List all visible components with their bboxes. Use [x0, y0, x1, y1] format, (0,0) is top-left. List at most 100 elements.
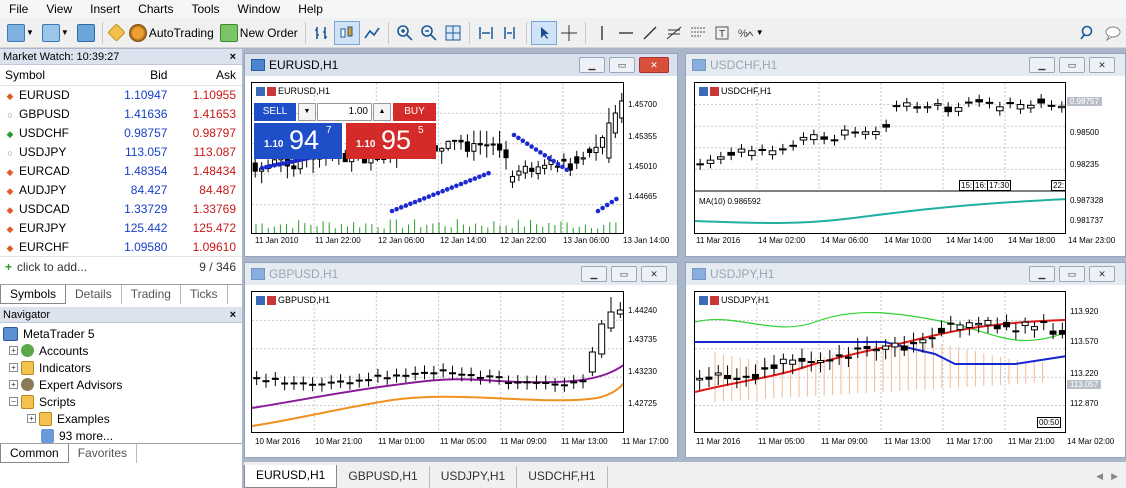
column-header-bid[interactable]: Bid: [104, 65, 174, 86]
tab-common[interactable]: Common: [0, 444, 69, 463]
autoscroll-button[interactable]: [498, 21, 522, 45]
close-button[interactable]: ✕: [639, 57, 669, 73]
column-header-symbol[interactable]: Symbol: [0, 65, 105, 86]
tab-chart-usdchf[interactable]: USDCHF,H1: [517, 466, 608, 488]
vertical-line-button[interactable]: [590, 21, 614, 45]
search-button[interactable]: [1076, 21, 1100, 45]
strategy-tester-button[interactable]: [107, 21, 126, 45]
maximize-button[interactable]: ▭: [1059, 57, 1085, 73]
close-icon[interactable]: ×: [230, 49, 236, 65]
chart-plot-area[interactable]: EURUSD,H1 SELL ▼ 1.00 ▲ BUY 1.10 94 7 1.…: [251, 82, 624, 234]
buy-button-small[interactable]: BUY: [393, 103, 436, 121]
cursor-button[interactable]: [530, 20, 557, 45]
candlestick-button[interactable]: [333, 20, 360, 45]
chat-button[interactable]: [1100, 21, 1126, 45]
nav-item-metatrader[interactable]: MetaTrader 5: [3, 325, 242, 342]
maximize-button[interactable]: ▭: [609, 57, 635, 73]
nav-item-examples[interactable]: + Examples: [3, 410, 242, 427]
indicators-menu-button[interactable]: % ▼: [734, 21, 769, 45]
zoom-in-button[interactable]: [393, 21, 417, 45]
chart-plot-area[interactable]: USDCHF,H1 MA(10) 0.986592 15: 16: 17:30 …: [694, 82, 1066, 234]
chart-shift-button[interactable]: [474, 21, 498, 45]
maximize-button[interactable]: ▭: [1059, 266, 1085, 282]
minimize-button[interactable]: ▁: [1029, 266, 1055, 282]
autotrading-button[interactable]: AutoTrading: [126, 21, 217, 45]
zoom-out-button[interactable]: [417, 21, 441, 45]
nav-item-expert-advisors[interactable]: + Expert Advisors: [3, 376, 242, 393]
close-icon[interactable]: ×: [230, 307, 236, 323]
chart-titlebar[interactable]: USDJPY,H1 ▁ ▭ ✕: [686, 263, 1125, 285]
scroll-right-icon[interactable]: ▶: [1109, 471, 1126, 488]
maximize-button[interactable]: ▭: [611, 266, 637, 282]
table-row[interactable]: ◆ AUDJPY 84.427 84.487: [0, 180, 242, 199]
expand-icon[interactable]: +: [9, 363, 18, 372]
expand-icon[interactable]: +: [9, 346, 18, 355]
table-row[interactable]: ○ USDJPY 113.057 113.087: [0, 142, 242, 161]
table-row[interactable]: ◆ EURCHF 1.09580 1.09610: [0, 237, 242, 256]
sell-button-small[interactable]: SELL: [254, 103, 296, 121]
market-watch-button[interactable]: [74, 21, 98, 45]
tab-details[interactable]: Details: [66, 285, 122, 304]
menu-insert[interactable]: Insert: [81, 0, 129, 18]
close-button[interactable]: ✕: [1089, 266, 1115, 282]
expand-icon[interactable]: +: [27, 414, 36, 423]
table-row[interactable]: ◆ USDCHF 0.98757 0.98797: [0, 123, 242, 142]
buy-price-button[interactable]: 1.10 95 5: [346, 123, 436, 159]
menu-file[interactable]: File: [0, 0, 37, 18]
menu-view[interactable]: View: [37, 0, 81, 18]
close-button[interactable]: ✕: [641, 266, 667, 282]
nav-item-indicators[interactable]: + Indicators: [3, 359, 242, 376]
add-symbol-row[interactable]: + click to add... 9 / 346: [0, 256, 242, 276]
tab-trading[interactable]: Trading: [122, 285, 181, 304]
crosshair-button[interactable]: [557, 21, 581, 45]
nav-item-scripts[interactable]: − Scripts: [3, 393, 242, 410]
tab-symbols[interactable]: Symbols: [0, 285, 67, 304]
tab-ticks[interactable]: Ticks: [181, 285, 228, 304]
minimize-button[interactable]: ▁: [579, 57, 605, 73]
nav-item-accounts[interactable]: + Accounts: [3, 342, 242, 359]
horizontal-line-button[interactable]: [614, 21, 638, 45]
trendline-button[interactable]: [638, 21, 662, 45]
close-button[interactable]: ✕: [1089, 57, 1115, 73]
volume-increase-button[interactable]: ▲: [373, 103, 391, 121]
tab-chart-gbpusd[interactable]: GBPUSD,H1: [337, 466, 430, 488]
chart-titlebar[interactable]: USDCHF,H1 ▁ ▭ ✕: [686, 54, 1125, 76]
chart-titlebar[interactable]: EURUSD,H1 ▁ ▭ ✕: [245, 54, 677, 76]
fibonacci-button[interactable]: [662, 21, 686, 45]
channel-button[interactable]: [686, 21, 710, 45]
menu-charts[interactable]: Charts: [129, 0, 182, 18]
scroll-left-icon[interactable]: ◀: [1090, 471, 1109, 488]
chart-plot-area[interactable]: USDJPY,H1 00:50: [694, 291, 1066, 433]
menu-help[interactable]: Help: [289, 0, 332, 18]
column-header-ask[interactable]: Ask: [173, 65, 242, 86]
tab-chart-usdjpy[interactable]: USDJPY,H1: [430, 466, 518, 488]
minimize-button[interactable]: ▁: [581, 266, 607, 282]
chart-plot-area[interactable]: GBPUSD,H1: [251, 291, 624, 433]
bar-chart-button[interactable]: [310, 21, 334, 45]
tab-chart-eurusd[interactable]: EURUSD,H1: [244, 465, 338, 488]
table-row[interactable]: ◆ EURCAD 1.48354 1.48434: [0, 161, 242, 180]
new-chart-button[interactable]: ▼: [4, 21, 39, 45]
expand-icon[interactable]: +: [9, 380, 18, 389]
sell-price-button[interactable]: 1.10 94 7: [254, 123, 342, 159]
chart-window-usdjpy[interactable]: USDJPY,H1 ▁ ▭ ✕ USDJPY,H1 00:50 113.920 …: [685, 262, 1126, 458]
table-row[interactable]: ◆ USDCAD 1.33729 1.33769: [0, 199, 242, 218]
tile-windows-button[interactable]: [441, 21, 465, 45]
minimize-button[interactable]: ▁: [1029, 57, 1055, 73]
chart-titlebar[interactable]: GBPUSD,H1 ▁ ▭ ✕: [245, 263, 677, 285]
nav-item-more[interactable]: 93 more...: [3, 427, 242, 444]
menu-tools[interactable]: Tools: [183, 0, 229, 18]
chart-window-gbpusd[interactable]: GBPUSD,H1 ▁ ▭ ✕ GBPUSD,H1 1.44240 1.4373…: [244, 262, 678, 458]
table-row[interactable]: ◆ EURUSD 1.10947 1.10955: [0, 85, 242, 104]
profiles-button[interactable]: ▼: [39, 21, 74, 45]
table-row[interactable]: ○ GBPUSD 1.41636 1.41653: [0, 104, 242, 123]
text-button[interactable]: T: [710, 21, 734, 45]
table-row[interactable]: ◆ EURJPY 125.442 125.472: [0, 218, 242, 237]
volume-decrease-button[interactable]: ▼: [298, 103, 316, 121]
chart-window-eurusd[interactable]: EURUSD,H1 ▁ ▭ ✕ EURUSD,H1 SELL ▼ 1.00 ▲ …: [244, 53, 678, 257]
volume-input[interactable]: 1.00: [317, 103, 372, 121]
new-order-button[interactable]: New Order: [217, 21, 301, 45]
menu-window[interactable]: Window: [229, 0, 290, 18]
tab-favorites[interactable]: Favorites: [69, 444, 138, 463]
line-chart-button[interactable]: [360, 21, 384, 45]
